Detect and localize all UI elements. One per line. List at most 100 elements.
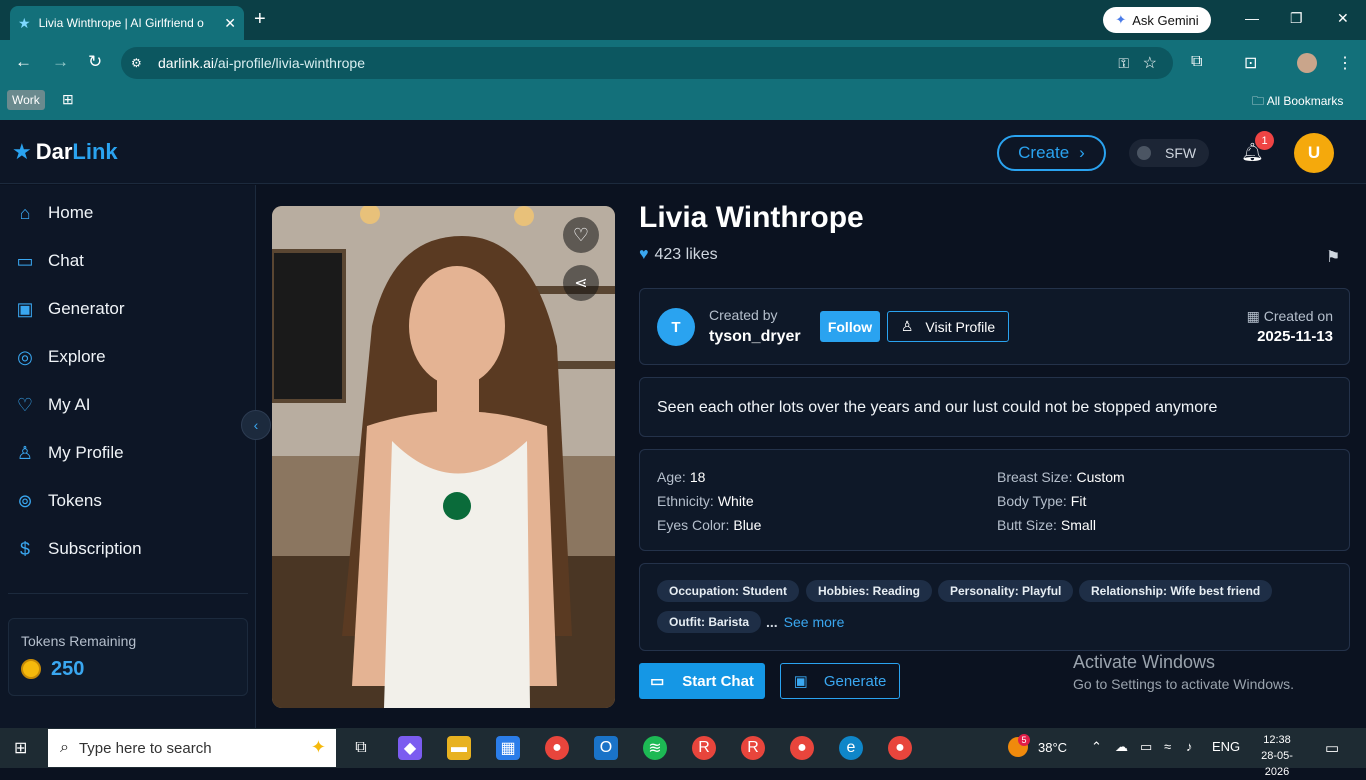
wifi-icon[interactable]: ≈ [1164,739,1171,754]
darlink-logo[interactable]: ★ DarLink [12,139,118,165]
network-cloud-icon[interactable]: ☁ [1115,739,1128,755]
sidebar-item-label: Chat [48,251,84,270]
chrome-profile-r2-icon[interactable]: R [741,736,765,760]
extensions-icon[interactable]: ⧉ [1191,53,1202,71]
see-more-label: See more [783,614,845,630]
work-profile-chip[interactable]: Work [7,90,45,110]
bookmark-star-icon[interactable]: ☆ [1143,53,1157,73]
close-window-button[interactable]: ✕ [1337,10,1349,27]
chrome-profile-r-icon[interactable]: R [692,736,716,760]
chrome-profile-icon[interactable]: ● [790,736,814,760]
attribute-body-type: Body Type: Fit [997,493,1086,509]
clock-time: 12:38 [1263,734,1291,746]
attribute-value: Custom [1076,469,1125,485]
tag-relationship: Relationship: Wife best friend [1079,580,1273,602]
meet-icon[interactable]: ▭ [1140,739,1152,755]
home-icon: ⌂ [19,202,31,223]
edge-icon[interactable]: e [839,736,863,760]
reload-button[interactable]: ↻ [88,52,102,72]
site-info-icon[interactable]: ⚙ [131,56,142,70]
tray-overflow-icon[interactable]: ⌃ [1091,739,1102,755]
sidebar-item-generator[interactable]: ▣ Generator [16,295,125,323]
dollar-icon: $ [19,538,30,559]
copilot-icon[interactable]: ◆ [398,736,422,760]
tab-search-icon[interactable]: ⊡ [1244,53,1257,73]
favorite-button[interactable]: ♡ [563,217,599,253]
clock-date: 28-05-2026 [1261,750,1293,778]
browser-profile-avatar[interactable] [1297,53,1317,73]
tokens-remaining-card: Tokens Remaining 250 [8,618,248,696]
share-button[interactable]: ⋖ [563,265,599,301]
close-tab-icon[interactable]: ✕ [224,15,236,32]
weather-badge: 5 [1018,734,1030,746]
sfw-label: SFW [1165,145,1197,161]
collapse-sidebar-button[interactable]: ‹ [241,410,271,440]
all-bookmarks[interactable]: 🗀 All Bookmarks [1252,92,1343,113]
url-domain: darlink.ai [158,55,215,71]
windows-start-icon[interactable]: ⊞ [14,738,27,758]
attribute-value: Fit [1070,493,1087,509]
character-name: Livia Winthrope [639,201,864,234]
report-flag-icon[interactable]: ⚑ [1326,247,1340,267]
attribute-value: 18 [689,469,706,485]
attribute-age: Age: 18 [657,469,705,485]
attribute-value: White [717,493,754,509]
sidebar-item-subscription[interactable]: $ Subscription [16,535,142,563]
new-tab-button[interactable]: + [254,8,266,31]
follow-button[interactable]: Follow [820,311,880,342]
calendar-icon: ▦ [1246,308,1264,324]
ellipsis: ... [766,614,778,630]
sidebar-item-my-profile[interactable]: ♙ My Profile [16,439,124,467]
sfw-toggle[interactable]: SFW [1129,139,1209,167]
clock[interactable]: 12:38 28-05-2026 [1249,732,1305,780]
microsoft-store-icon[interactable]: ▦ [496,736,520,760]
spotify-icon[interactable]: ≋ [643,736,667,760]
file-explorer-icon[interactable]: ▬ [447,736,471,760]
coins-icon: ⊚ [17,490,33,511]
visit-profile-button[interactable]: ♙ Visit Profile [887,311,1009,342]
created-on-text: Created on [1263,308,1333,324]
language-indicator[interactable]: ENG [1212,739,1240,754]
bookmarks-bar [0,86,1366,120]
maximize-button[interactable]: ❐ [1290,10,1303,27]
tag-hobbies: Hobbies: Reading [806,580,933,602]
creator-avatar[interactable]: T [657,308,695,346]
forward-button[interactable]: → [52,52,69,72]
compass-icon: ◎ [17,346,33,367]
taskbar-search-box[interactable]: ⌕ Type here to search ✦ [48,729,336,767]
creator-username[interactable]: tyson_dryer [709,328,801,346]
start-chat-button[interactable]: ▭ Start Chat [639,663,765,699]
notification-center-icon[interactable]: ▭ [1325,739,1339,757]
user-avatar[interactable]: U [1294,133,1334,173]
task-view-icon[interactable]: ⧉ [349,736,373,760]
sidebar-item-explore[interactable]: ◎ Explore [16,343,106,371]
sidebar-item-tokens[interactable]: ⊚ Tokens [16,487,101,515]
sidebar-item-home[interactable]: ⌂ Home [16,199,94,227]
attribute-butt-size: Butt Size: Small [997,517,1096,533]
chrome-icon[interactable]: ● [545,736,569,760]
outlook-icon[interactable]: O [594,736,618,760]
back-button[interactable]: ← [15,52,32,72]
sidebar-item-my-ai[interactable]: ♡ My AI [16,391,91,419]
ask-gemini-button[interactable]: ✦ Ask Gemini [1103,7,1211,33]
see-more-link[interactable]: ... See more [766,614,844,630]
browser-menu-icon[interactable]: ⋮ [1337,53,1353,73]
volume-icon[interactable]: ♪ [1186,739,1193,754]
heart-filled-icon: ♥ [639,246,649,263]
search-placeholder: Type here to search [78,739,212,757]
logo-text: DarLink [36,139,118,165]
sidebar-item-label: Generator [48,299,125,318]
apps-grid-icon[interactable]: ⊞ [62,91,74,108]
chrome-active-icon[interactable]: ● [888,736,912,760]
url-field[interactable]: ⚙ darlink.ai/ai-profile/livia-winthrope … [121,47,1173,79]
attribute-label: Age: [657,469,686,485]
logo-link: Link [72,139,118,164]
generate-button[interactable]: ▣ Generate [780,663,900,699]
created-by-label: Created by [709,307,778,323]
minimize-button[interactable]: — [1245,10,1259,26]
temperature: 38°C [1038,740,1068,755]
sidebar-item-chat[interactable]: ▭ Chat [16,247,84,275]
browser-tab[interactable]: ★ Livia Winthrope | AI Girlfriend o ✕ [10,6,244,40]
create-button[interactable]: Create › [997,135,1106,171]
password-key-icon[interactable]: ⚿ [1118,55,1129,72]
